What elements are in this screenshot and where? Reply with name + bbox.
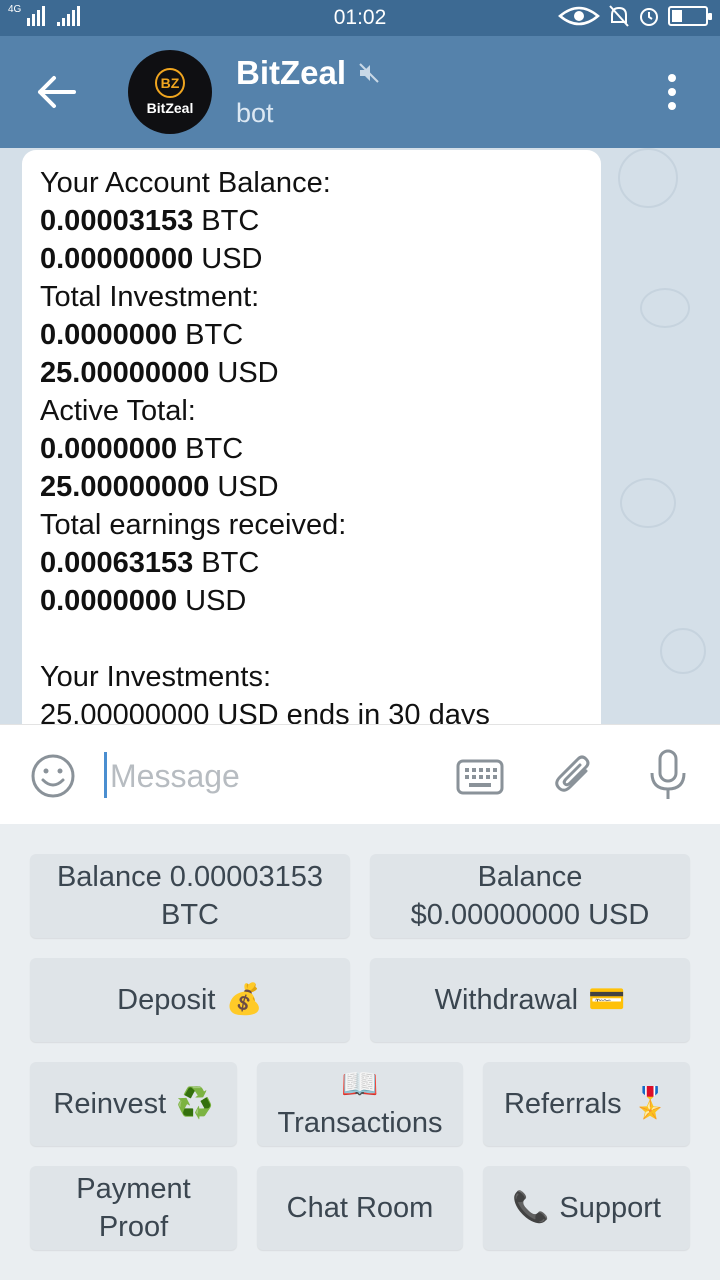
message-text: Active Total: [40,395,196,427]
message-line: 0.0000000 BTC [40,316,583,354]
message-text: BTC [193,547,260,579]
chat-room-button[interactable]: Chat Room [257,1166,463,1250]
message-line: 0.00003153 BTC [40,202,583,240]
message-text: Your Account Balance: [40,167,331,199]
chat-area[interactable]: Your Account Balance: 0.00003153 BTC 0.000… [0,148,720,724]
message-text: USD [177,585,247,617]
balance-btc-button[interactable]: Balance 0.00003153 BTC [30,854,350,938]
microphone-icon[interactable] [648,749,688,801]
text-cursor [104,752,107,798]
deposit-label: Deposit [117,984,216,1016]
referrals-label: Referrals [503,1088,622,1120]
back-arrow-icon[interactable] [34,72,78,112]
message-text: Total earnings received: [40,509,347,541]
message-line: Total Investment: [40,278,583,316]
withdrawal-label: Withdrawal [434,984,579,1016]
status-icons [558,4,712,28]
message-line: 25.00000000 USD [40,468,583,506]
money-bag-icon: 💰 [225,983,263,1016]
message-text: BTC [177,319,244,351]
message-text: USD [209,357,279,389]
open-book-icon: 📖 [341,1068,379,1101]
transactions-label: Transactions [277,1107,443,1139]
message-input[interactable] [110,755,430,797]
background-doodle [620,478,676,528]
deposit-button[interactable]: Deposit 💰 [30,958,350,1042]
support-button[interactable]: 📞 Support [483,1166,690,1250]
message-value: 0.00000000 [40,243,194,275]
message-text: USD [209,471,279,503]
message-line: 25.00000000 USD ends in 30 days [40,696,583,724]
message-text: Your Investments: [40,661,272,693]
reinvest-button[interactable]: Reinvest ♻️ [30,1062,237,1146]
credit-card-icon: 💳 [588,983,626,1016]
chat-subtitle: bot [236,98,274,128]
message-value: 0.0000000 [40,319,178,351]
message-line: Total earnings received: [40,506,583,544]
chat-room-label: Chat Room [286,1192,434,1224]
support-label: Support [559,1192,661,1224]
message-text: BTC [193,205,260,237]
message-bubble[interactable]: Your Account Balance: 0.00003153 BTC 0.000… [22,150,601,724]
message-value: 0.00003153 [40,205,194,237]
eye-icon [558,6,600,26]
message-value: 0.0000000 [40,433,178,465]
transactions-button[interactable]: 📖 Transactions [257,1062,463,1146]
withdrawal-button[interactable]: Withdrawal 💳 [370,958,690,1042]
button-label-line1: Balance [477,861,583,893]
avatar-label: BitZeal [146,100,194,116]
more-options-icon[interactable] [656,72,688,112]
message-line: 0.0000000 BTC [40,430,583,468]
message-text: Total Investment: [40,281,260,313]
military-medal-icon: 🎖️ [631,1087,669,1120]
recycle-icon: ♻️ [176,1087,214,1120]
message-value: 0.0000000 [40,585,178,617]
avatar[interactable]: BZ BitZeal [128,50,212,134]
reinvest-label: Reinvest [53,1088,167,1120]
bell-off-icon [609,5,629,27]
message-text: 25.00000000 USD ends in 30 days [40,699,490,724]
battery-icon [668,6,712,26]
chat-header: BZ BitZeal BitZeal bot [0,36,720,148]
message-text: USD [193,243,263,275]
button-label-line2: $0.00000000 USD [410,899,650,931]
message-value: 25.00000000 [40,357,210,389]
message-line: Your Account Balance: [40,164,583,202]
message-line: Your Investments: [40,658,583,696]
bot-keyboard-icon[interactable] [456,757,504,797]
emoji-icon[interactable] [30,753,76,799]
background-doodle [660,628,706,674]
background-doodle [640,288,690,328]
status-bar: 4G 01:02 [0,0,720,36]
alarm-icon [640,8,658,26]
message-line [40,620,583,658]
message-line: 0.00000000 USD [40,240,583,278]
chat-title[interactable]: BitZeal [236,54,380,92]
button-label-line1: Balance 0.00003153 [56,861,324,893]
background-doodle [618,148,678,208]
button-label-line2: BTC [161,899,219,931]
message-line: 0.00063153 BTC [40,544,583,582]
message-value: 25.00000000 [40,471,210,503]
chat-name: BitZeal [236,54,347,91]
message-line: 0.0000000 USD [40,582,583,620]
bitzeal-logo: BZ [155,68,185,98]
paperclip-icon[interactable] [552,751,598,799]
message-input-bar [0,724,720,824]
message-value: 0.00063153 [40,547,194,579]
message-line: 25.00000000 USD [40,354,583,392]
button-label-line1: Payment [76,1173,191,1205]
muted-speaker-icon [359,63,379,83]
referrals-button[interactable]: Referrals 🎖️ [483,1062,690,1146]
telephone-icon: 📞 [512,1191,550,1224]
message-text: BTC [177,433,244,465]
button-label-line2: Proof [98,1211,169,1243]
balance-usd-button[interactable]: Balance $0.00000000 USD [370,854,690,938]
bot-reply-keyboard: Balance 0.00003153 BTC Balance $0.000000… [0,824,720,1280]
message-line: Active Total: [40,392,583,430]
payment-proof-button[interactable]: Payment Proof [30,1166,237,1250]
